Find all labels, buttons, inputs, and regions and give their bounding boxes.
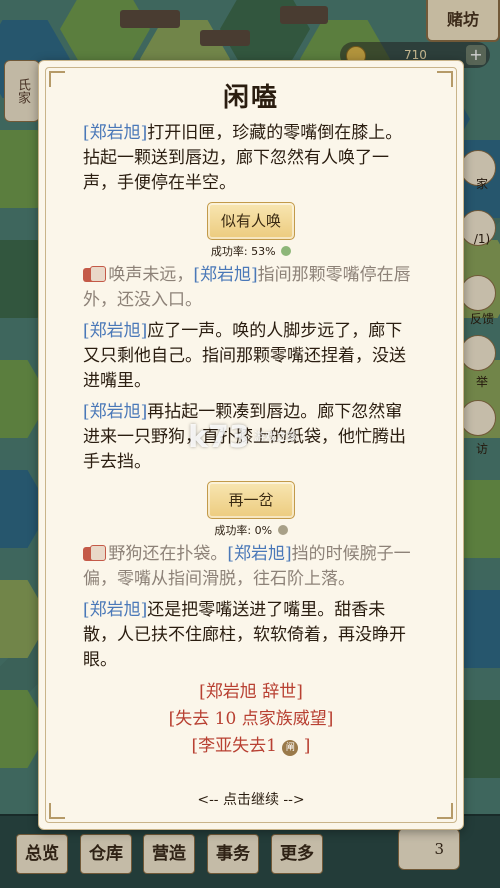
result-item-loss-end: ]	[298, 736, 311, 756]
dice-icon	[83, 545, 106, 561]
success-rate: 成功率: 0%	[83, 522, 419, 538]
result-item-loss-text: [李亚失去1	[191, 736, 277, 756]
dialog-title: 闲嗑	[222, 83, 279, 113]
character-name: [郑岩旭]	[193, 265, 258, 285]
choice-button-2[interactable]: 再一岔	[207, 481, 295, 519]
rate-good-icon	[281, 246, 292, 256]
dice-icon	[83, 266, 106, 282]
story-paragraph: 野狗还在扑袋。[郑岩旭]挡的时候腕子一偏，零嘴从指间滑脱，往石阶上落。	[83, 542, 419, 592]
story-content: [郑岩旭]打开旧匣，珍藏的零嘴倒在膝上。拈起一颗送到唇边，廊下忽然有人唤了一声，…	[83, 121, 419, 760]
choice-group-1: 似有人唤 成功率: 53%	[83, 202, 419, 259]
story-prefix: 唤声未远，	[108, 265, 194, 285]
success-rate-value: 53%	[251, 245, 276, 258]
result-prestige-loss: [失去 10 点家族威望]	[168, 709, 334, 729]
choice-group-2: 再一岔 成功率: 0%	[83, 481, 419, 538]
rate-none-icon	[277, 525, 288, 535]
story-paragraph: [郑岩旭]应了一声。唤的人脚步远了，廊下又只剩他自己。指间那颗零嘴还捏着，没送进…	[83, 319, 419, 394]
success-rate-label: 成功率:	[210, 245, 248, 258]
result-list: [郑岩旭 辞世] [失去 10 点家族威望] [李亚失去1 阐 ]	[83, 679, 419, 760]
character-name: [郑岩旭]	[83, 402, 148, 422]
story-prefix: 野狗还在扑袋。	[108, 544, 228, 564]
result-item-loss: [李亚失去1 阐 ]	[83, 733, 419, 760]
site-watermark: k73 游戏之家	[188, 420, 298, 455]
choice-button-1[interactable]: 似有人唤	[207, 202, 295, 240]
result-death: [郑岩旭 辞世]	[199, 682, 303, 702]
success-rate-value: 0%	[254, 524, 273, 537]
watermark-main: k73	[188, 420, 250, 455]
continue-prompt[interactable]: <-- 点击继续 -->	[39, 789, 463, 809]
character-name: [郑岩旭]	[83, 123, 148, 143]
story-paragraph: [郑岩旭]还是把零嘴送进了嘴里。甜香未散，人已扶不住廊柱，软软倚着，再没睁开眼。	[83, 598, 419, 673]
success-rate: 成功率: 53%	[83, 243, 419, 259]
character-name: [郑岩旭]	[227, 544, 292, 564]
story-paragraph: [郑岩旭]再拈起一颗凑到唇边。廊下忽然窜进来一只野狗，直扑膝上的纸袋，他忙腾出手…	[83, 400, 419, 475]
story-paragraph: 唤声未远，[郑岩旭]指间那颗零嘴停在唇外，还没入口。	[83, 263, 419, 313]
character-name: [郑岩旭]	[83, 321, 148, 341]
story-paragraph: [郑岩旭]打开旧匣，珍藏的零嘴倒在膝上。拈起一颗送到唇边，廊下忽然有人唤了一声，…	[83, 121, 419, 196]
badge-icon: 阐	[282, 740, 299, 756]
event-dialog[interactable]: 闲嗑 [郑岩旭]打开旧匣，珍藏的零嘴倒在膝上。拈起一颗送到唇边，廊下忽然有人唤了…	[38, 60, 464, 830]
character-name: [郑岩旭]	[83, 600, 148, 620]
watermark-sub: 游戏之家	[254, 430, 298, 443]
success-rate-label: 成功率:	[214, 524, 252, 537]
